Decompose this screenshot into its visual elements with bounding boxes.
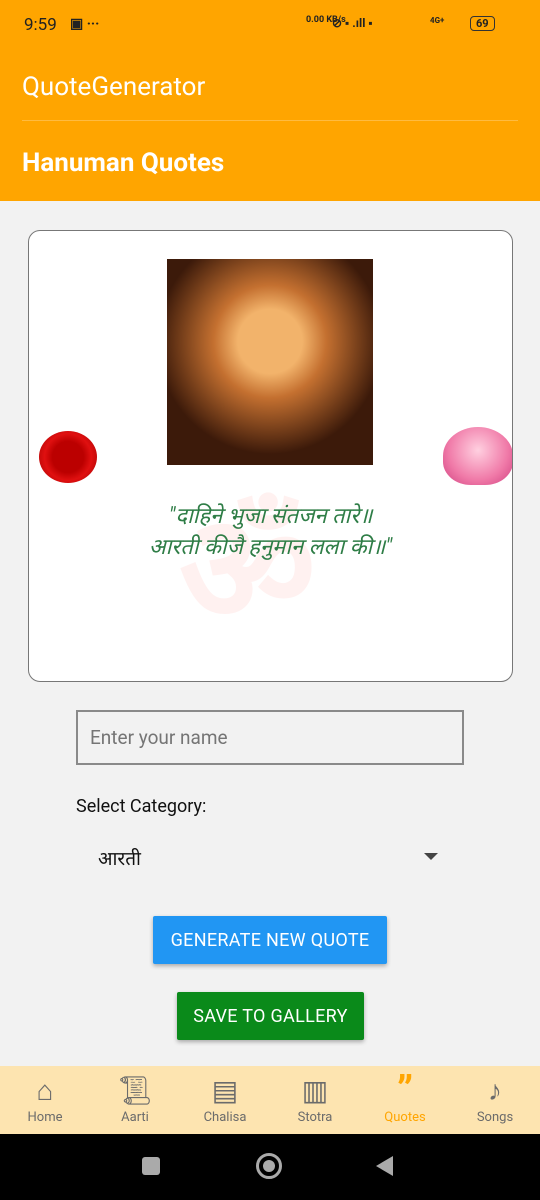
nav-label: Stotra — [297, 1110, 333, 1125]
back-button[interactable] — [376, 1156, 393, 1176]
hanuman-image — [167, 259, 373, 465]
nav-label: Aarti — [121, 1110, 149, 1125]
book-open-icon: ▤ — [211, 1074, 239, 1107]
divider — [22, 120, 518, 121]
recents-button[interactable] — [142, 1157, 160, 1175]
network-type: 4G+ — [430, 16, 445, 25]
nav-aarti[interactable]: 📜︎ Aarti — [90, 1066, 180, 1134]
book-icon: ▥ — [301, 1074, 329, 1107]
quote-card: ॐ "दाहिने भुजा संतजन तारे॥ आरती कीजै हनु… — [28, 230, 513, 682]
home-icon: ⌂ — [36, 1074, 54, 1107]
bottom-nav: ⌂ Home 📜︎ Aarti ▤ Chalisa ▥ Stotra ” Quotes ♪… — [0, 1066, 540, 1134]
quote-line-1: "दाहिने भुजा संतजन तारे॥ — [168, 504, 373, 529]
app-bar: QuoteGenerator Hanuman Quotes — [0, 50, 540, 201]
nav-label: Home — [27, 1110, 63, 1125]
hotspot-icon: ⊘ ▪ .ıll ▪ — [332, 16, 373, 30]
status-bar: 9:59 ▣ ··· 0.00 KB/s ⊘ ▪ .ıll ▪ 4G+ 69 — [0, 0, 540, 50]
rose-image — [39, 431, 97, 483]
nav-label: Quotes — [384, 1110, 426, 1125]
app-title: QuoteGenerator — [22, 72, 206, 102]
quote-text: "दाहिने भुजा संतजन तारे॥ आरती कीजै हनुमा… — [29, 501, 512, 563]
om-watermark: ॐ — [179, 482, 316, 658]
category-value: आरती — [98, 847, 141, 870]
quote-line-2: आरती कीजै हनुमान लला की॥" — [148, 535, 393, 560]
battery-indicator: 69 — [470, 16, 495, 31]
page-title: Hanuman Quotes — [22, 148, 225, 178]
name-input[interactable] — [76, 710, 464, 765]
category-select[interactable]: आरती — [76, 835, 446, 879]
dropdown-arrow-icon — [424, 853, 438, 860]
home-button[interactable] — [256, 1153, 282, 1179]
media-icon: ▣ ··· — [70, 16, 100, 32]
generate-quote-button[interactable]: GENERATE NEW QUOTE — [153, 916, 387, 964]
nav-stotra[interactable]: ▥ Stotra — [270, 1066, 360, 1134]
quote-icon: ” — [396, 1067, 414, 1114]
nav-quotes[interactable]: ” Quotes — [360, 1066, 450, 1134]
category-label: Select Category: — [76, 796, 207, 817]
nav-home[interactable]: ⌂ Home — [0, 1066, 90, 1134]
status-time: 9:59 — [24, 15, 57, 35]
nav-label: Songs — [476, 1110, 514, 1125]
scroll-icon: 📜︎ — [117, 1074, 153, 1107]
nav-songs[interactable]: ♪ Songs — [450, 1066, 540, 1134]
nav-label: Chalisa — [203, 1110, 247, 1125]
music-note-icon: ♪ — [488, 1074, 502, 1107]
save-to-gallery-button[interactable]: SAVE TO GALLERY — [177, 992, 364, 1040]
nav-chalisa[interactable]: ▤ Chalisa — [180, 1066, 270, 1134]
lotus-image — [443, 427, 512, 485]
